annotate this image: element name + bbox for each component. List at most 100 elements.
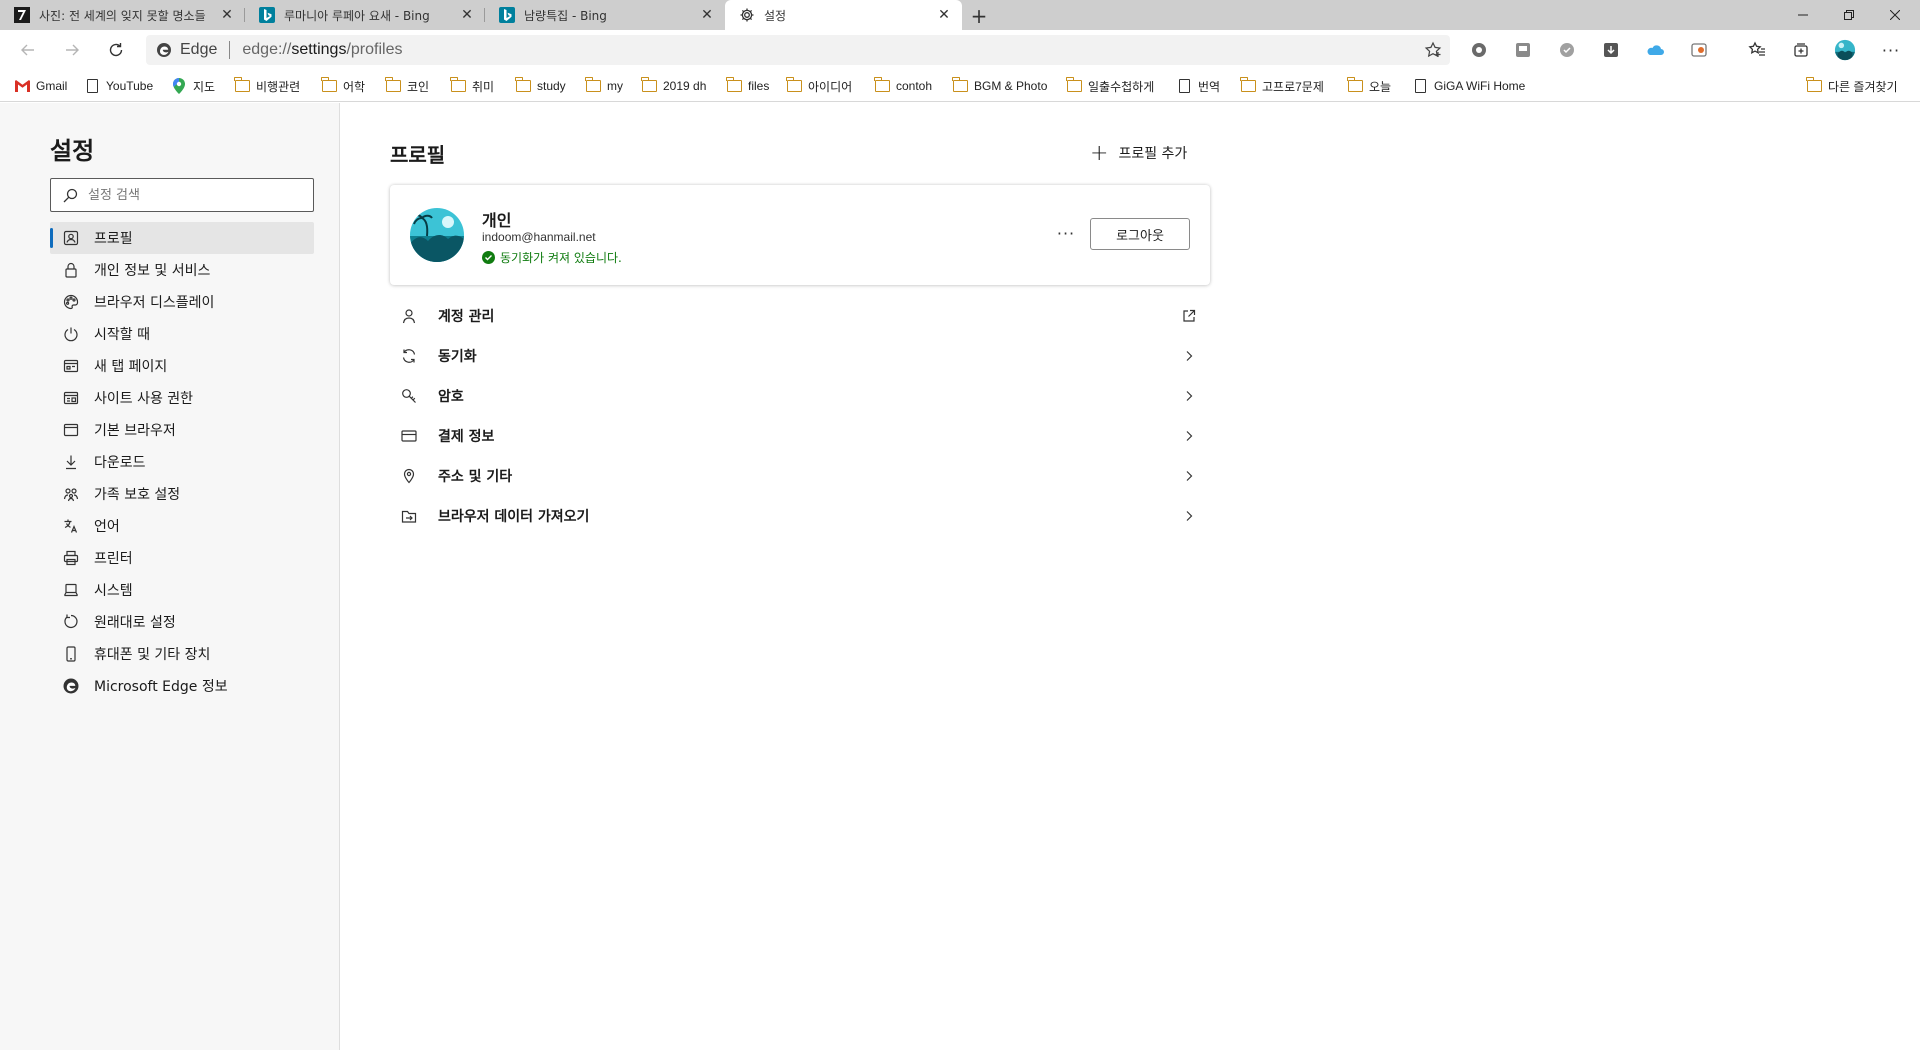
refresh-button[interactable]	[102, 36, 130, 64]
profile-avatar-button[interactable]	[1834, 39, 1856, 61]
bing-favicon	[259, 7, 275, 23]
extension-icon-3[interactable]	[1556, 39, 1578, 61]
other-favorites[interactable]: 다른 즐겨찾기	[1806, 76, 1898, 96]
sidebar-item-about-edge[interactable]: Microsoft Edge 정보	[50, 670, 314, 702]
sidebar-item-downloads[interactable]: 다운로드	[50, 446, 314, 478]
folder-icon	[1240, 77, 1256, 94]
tab-bing-lupea[interactable]: 루마니아 루페아 요새 - Bing ✕	[245, 0, 485, 30]
sidebar-item-startup[interactable]: 시작할 때	[50, 318, 314, 350]
row-passwords[interactable]: 암호	[390, 376, 1210, 416]
bookmark-folder[interactable]: 코인	[385, 76, 429, 96]
logout-button[interactable]: 로그아웃	[1090, 218, 1190, 250]
bookmark-folder[interactable]: study	[515, 76, 566, 96]
bookmark-gmail[interactable]: Gmail	[14, 76, 67, 96]
bookmark-folder[interactable]: BGM & Photo	[952, 76, 1047, 96]
row-sync[interactable]: 동기화	[390, 336, 1210, 376]
bookmark-giga-wifi[interactable]: GiGA WiFi Home	[1412, 76, 1525, 96]
minimize-button[interactable]	[1780, 0, 1826, 30]
bookmark-label: 2019 dh	[663, 79, 707, 93]
page-title: 프로필	[390, 143, 446, 167]
bookmark-youtube[interactable]: YouTube	[84, 76, 153, 96]
sidebar-item-label: 기본 브라우저	[94, 423, 176, 439]
settings-nav: 프로필 개인 정보 및 서비스 브라우저 디스플레이 시작할 때 새 탭 페이지	[50, 222, 314, 702]
collections-icon[interactable]	[1790, 39, 1812, 61]
new-tab-button[interactable]: +	[968, 4, 990, 28]
bookmark-folder[interactable]: 취미	[450, 76, 494, 96]
close-icon[interactable]: ✕	[699, 7, 715, 23]
settings-more-button[interactable]: ···	[1880, 39, 1902, 61]
sidebar-item-new-tab[interactable]: 새 탭 페이지	[50, 350, 314, 382]
forward-button[interactable]	[58, 36, 86, 64]
bookmark-maps[interactable]: 지도	[171, 76, 215, 96]
bookmark-folder[interactable]: 오늘	[1347, 76, 1391, 96]
back-button[interactable]	[14, 36, 42, 64]
sidebar-item-default-browser[interactable]: 기본 브라우저	[50, 414, 314, 446]
chevron-right-icon	[1180, 467, 1198, 485]
close-icon[interactable]: ✕	[219, 7, 235, 23]
row-addresses[interactable]: 주소 및 기타	[390, 456, 1210, 496]
person-icon	[400, 307, 418, 325]
bookmark-label: study	[537, 79, 566, 93]
bookmark-label: Gmail	[36, 79, 68, 93]
url-text[interactable]: edge://settings/profiles	[242, 41, 402, 59]
sidebar-item-appearance[interactable]: 브라우저 디스플레이	[50, 286, 314, 318]
bookmark-folder[interactable]: contoh	[874, 76, 932, 96]
row-payment-info[interactable]: 결제 정보	[390, 416, 1210, 456]
row-label: 계정 관리	[438, 309, 495, 325]
more-options-button[interactable]: ···	[1052, 221, 1080, 245]
sidebar-item-label: 프로필	[94, 231, 133, 247]
phone-icon	[62, 645, 80, 663]
bookmark-folder[interactable]: my	[585, 76, 623, 96]
tab-photos[interactable]: 사진: 전 세계의 잊지 못할 명소들 ✕	[0, 0, 245, 30]
sidebar-item-privacy[interactable]: 개인 정보 및 서비스	[50, 254, 314, 286]
folder-icon	[515, 77, 531, 94]
folder-icon	[1806, 77, 1822, 94]
tab-settings[interactable]: 설정 ✕	[725, 0, 962, 30]
sidebar-item-phone[interactable]: 휴대폰 및 기타 장치	[50, 638, 314, 670]
sync-status: 동기화가 켜져 있습니다.	[482, 249, 622, 266]
sidebar-item-profiles[interactable]: 프로필	[50, 222, 314, 254]
location-icon	[400, 467, 418, 485]
restore-button[interactable]	[1826, 0, 1872, 30]
folder-icon	[786, 77, 802, 94]
bookmark-folder[interactable]: files	[726, 76, 769, 96]
bookmark-folder[interactable]: 2019 dh	[641, 76, 706, 96]
bookmark-folder[interactable]: 고프로7문제	[1240, 76, 1324, 96]
row-import-data[interactable]: 브라우저 데이터 가져오기	[390, 496, 1210, 536]
close-icon[interactable]: ✕	[936, 7, 952, 23]
favorite-star-icon[interactable]	[1424, 41, 1442, 59]
tab-bing-special[interactable]: 남량특집 - Bing ✕	[485, 0, 725, 30]
add-profile-button[interactable]: + 프로필 추가	[1090, 141, 1187, 166]
bookmark-folder[interactable]: 어학	[321, 76, 365, 96]
settings-search[interactable]	[50, 178, 314, 212]
power-icon	[62, 325, 80, 343]
address-bar[interactable]: Edge edge://settings/profiles	[146, 35, 1450, 65]
row-manage-account[interactable]: 계정 관리	[390, 296, 1210, 336]
extension-icon-2[interactable]	[1512, 39, 1534, 61]
sidebar-item-printers[interactable]: 프린터	[50, 542, 314, 574]
extension-icon-1[interactable]	[1468, 39, 1490, 61]
sidebar-item-languages[interactable]: 언어	[50, 510, 314, 542]
close-icon[interactable]: ✕	[459, 7, 475, 23]
sidebar-item-system[interactable]: 시스템	[50, 574, 314, 606]
sidebar-title: 설정	[50, 137, 95, 165]
favorites-icon[interactable]	[1746, 39, 1768, 61]
sidebar-item-site-permissions[interactable]: 사이트 사용 권한	[50, 382, 314, 414]
sidebar-item-label: 사이트 사용 권한	[94, 391, 194, 407]
profile-card: 개인 indoom@hanmail.net 동기화가 켜져 있습니다. ··· …	[390, 185, 1210, 285]
sidebar-item-reset[interactable]: 원래대로 설정	[50, 606, 314, 638]
sidebar-item-family[interactable]: 가족 보호 설정	[50, 478, 314, 510]
bookmark-folder[interactable]: 비행관련	[234, 76, 300, 96]
folder-icon	[641, 77, 657, 94]
search-input[interactable]	[88, 187, 308, 203]
bookmark-folder[interactable]: 일출수첩하게	[1066, 76, 1154, 96]
folder-icon	[321, 77, 337, 94]
extension-icon-6[interactable]	[1688, 39, 1710, 61]
tab-title: 설정	[764, 8, 787, 23]
bookmark-translate[interactable]: 번역	[1176, 76, 1220, 96]
bookmark-folder[interactable]: 아이디어	[786, 76, 852, 96]
system-icon	[62, 581, 80, 599]
onedrive-cloud-icon[interactable]	[1644, 39, 1666, 61]
close-window-button[interactable]	[1872, 0, 1918, 30]
extension-icon-4[interactable]	[1600, 39, 1622, 61]
